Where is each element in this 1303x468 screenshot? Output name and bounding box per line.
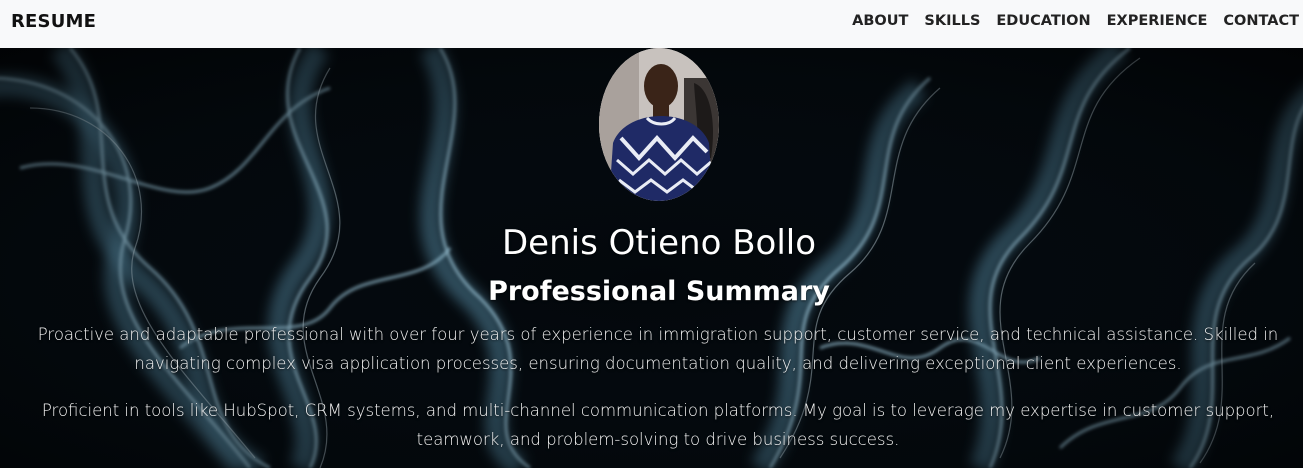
top-navbar: RESUME ABOUT SKILLS EDUCATION EXPERIENCE… [0, 0, 1303, 48]
nav-link-contact[interactable]: CONTACT [1223, 13, 1299, 29]
summary-paragraph: Proactive and adaptable professional wit… [37, 325, 1279, 373]
nav-link-about[interactable]: ABOUT [852, 13, 908, 29]
profile-avatar [599, 48, 719, 201]
professional-summary-heading: Professional Summary [488, 276, 830, 307]
brand-link[interactable]: RESUME [11, 11, 96, 32]
person-name: Denis Otieno Bollo [501, 223, 817, 263]
nav-link-experience[interactable]: EXPERIENCE [1107, 13, 1208, 29]
profile-photo [599, 48, 719, 201]
nav-link-skills[interactable]: SKILLS [924, 13, 980, 29]
summary-paragraph: Proficient in tools like HubSpot, CRM sy… [41, 401, 1275, 449]
hero-section: Denis Otieno Bollo Professional Summary … [0, 48, 1303, 468]
nav-link-education[interactable]: EDUCATION [996, 13, 1090, 29]
nav-links: ABOUT SKILLS EDUCATION EXPERIENCE CONTAC… [836, 13, 1299, 29]
